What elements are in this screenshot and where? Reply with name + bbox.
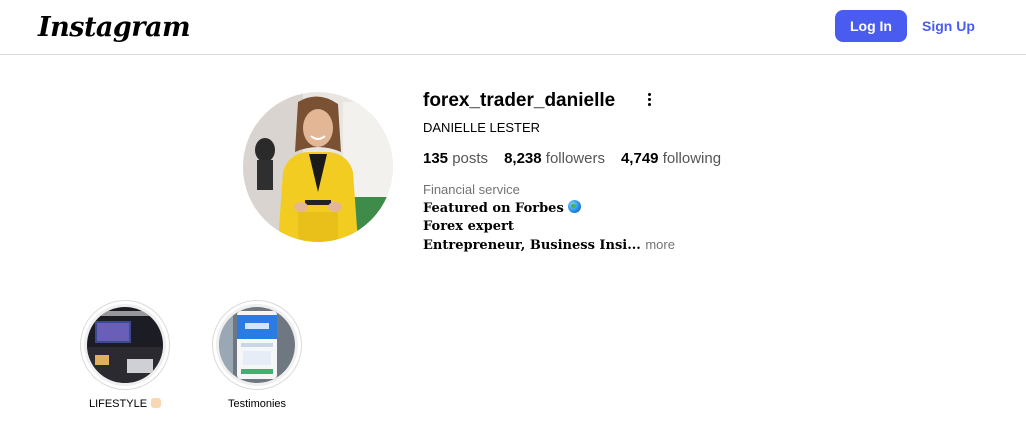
bio-line-3-text: Entrepreneur, Business Insi... xyxy=(423,238,641,253)
highlight-ring xyxy=(80,300,170,390)
testimonies-cover-image xyxy=(219,307,295,383)
highlight-lifestyle-text: LIFESTYLE xyxy=(88,398,148,410)
more-options-icon[interactable] xyxy=(640,90,658,108)
profile-photo xyxy=(243,92,393,242)
bio-line-1: Featured on Forbes xyxy=(423,200,675,218)
highlight-cover xyxy=(216,304,298,386)
bio-line-1-text: Featured on Forbes xyxy=(423,201,564,216)
top-bar: Instagram Log In Sign Up xyxy=(0,0,1026,55)
followers-label: followers xyxy=(545,150,605,167)
highlight-lifestyle-label: LIFESTYLE xyxy=(70,398,180,410)
highlight-testimonies[interactable]: Testimonies xyxy=(202,300,312,410)
following-label: following xyxy=(662,150,722,167)
login-button[interactable]: Log In xyxy=(835,10,907,42)
instagram-logo[interactable]: Instagram xyxy=(38,12,191,43)
bio-line-2: Forex expert xyxy=(423,219,514,234)
profile-category: Financial service xyxy=(423,182,520,197)
followers-stat[interactable]: 8,238 followers xyxy=(504,150,605,167)
profile-username: forex_trader_danielle xyxy=(423,90,616,111)
dot xyxy=(647,92,651,96)
following-count: 4,749 xyxy=(620,150,659,167)
followers-count: 8,238 xyxy=(504,150,542,167)
lifestyle-cover-image xyxy=(87,307,163,383)
signup-link[interactable]: Sign Up xyxy=(922,18,975,34)
following-stat[interactable]: 4,749 following xyxy=(621,150,721,167)
praying-hands-icon xyxy=(151,398,162,408)
posts-label: posts xyxy=(452,150,489,167)
dot xyxy=(647,102,651,106)
profile-avatar[interactable] xyxy=(243,92,393,242)
highlight-testimonies-label: Testimonies xyxy=(227,398,287,410)
highlight-cover xyxy=(84,304,166,386)
globe-icon xyxy=(568,200,582,213)
profile-bio: Featured on Forbes Forex expert Entrepre… xyxy=(423,200,675,255)
dot xyxy=(647,97,651,101)
profile-stats: 135 posts 8,238 followers 4,749 followin… xyxy=(423,150,721,167)
highlight-lifestyle[interactable]: LIFESTYLE xyxy=(70,300,180,410)
posts-stat: 135 posts xyxy=(423,150,488,167)
bio-line-3: Entrepreneur, Business Insi... more xyxy=(423,236,675,255)
bio-more-link[interactable]: more xyxy=(645,237,675,252)
profile-full-name: DANIELLE LESTER xyxy=(423,120,541,135)
highlight-ring xyxy=(212,300,302,390)
posts-count: 135 xyxy=(423,150,449,167)
